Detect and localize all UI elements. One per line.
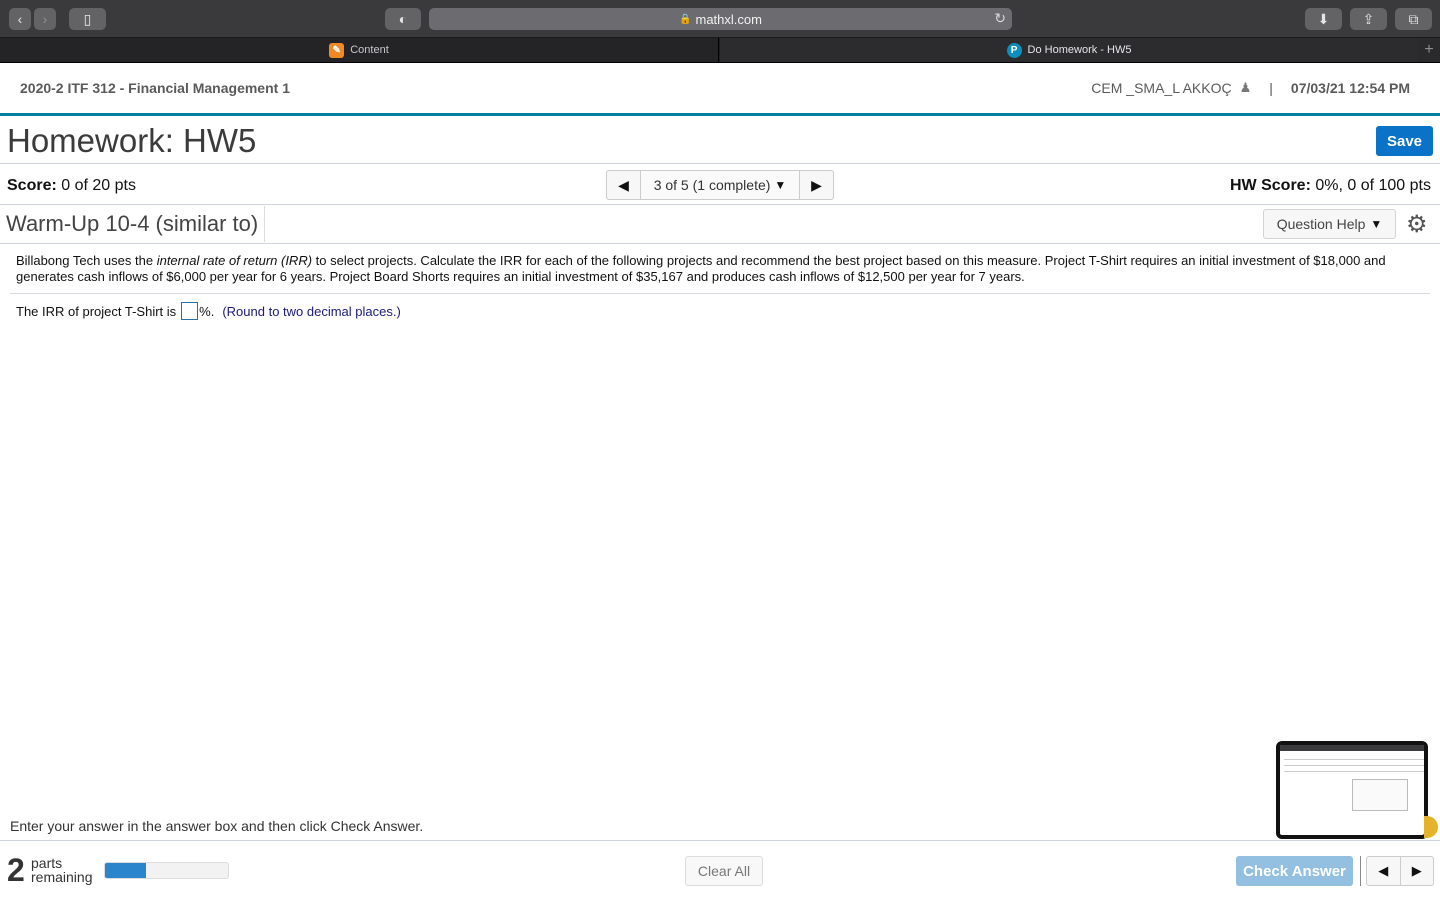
parts-label-line: remaining [31, 869, 93, 885]
clear-all-button[interactable]: Clear All [685, 856, 763, 886]
next-question-button[interactable]: ▶ [799, 171, 833, 199]
user-area: CEM _SMA_L AKKOÇ ♟ | 07/03/21 12:54 PM [1091, 80, 1410, 96]
hw-score-label: HW Score: [1230, 177, 1311, 194]
progress-fill [105, 863, 146, 878]
footer-previous-button[interactable]: ◀ [1367, 857, 1401, 885]
tab-bar: ✎ Content P Do Homework - HW5 + [0, 38, 1440, 63]
irr-answer-input[interactable] [181, 302, 199, 320]
triangle-left-icon: ◀ [618, 176, 629, 193]
check-answer-button[interactable]: Check Answer [1236, 856, 1353, 886]
page-title: Homework: HW5 [7, 122, 257, 159]
score: Score: 0 of 20 pts [7, 177, 136, 195]
datetime: 07/03/21 12:54 PM [1290, 80, 1410, 96]
save-button[interactable]: Save [1376, 126, 1433, 156]
share-button[interactable]: ⇪ [1350, 8, 1387, 30]
url-text: mathxl.com [695, 11, 762, 27]
hw-score-value: 0%, 0 of 100 pts [1315, 177, 1431, 194]
thumbnail-bar [1280, 745, 1424, 751]
header-separator: | [1269, 80, 1273, 96]
percent-suffix: %. [199, 303, 215, 319]
tab-do-homework[interactable]: P Do Homework - HW5 [720, 38, 1418, 62]
triangle-right-icon: ▶ [1411, 863, 1422, 878]
caret-down-icon: ▼ [774, 178, 787, 192]
rounding-hint: (Round to two decimal places.) [222, 303, 401, 319]
divider [10, 293, 1430, 294]
tab-overview-button[interactable]: ⧉ [1395, 8, 1432, 30]
tab-label: Do Homework - HW5 [1027, 44, 1132, 56]
forward-button[interactable]: › [34, 8, 56, 30]
user-icon: ♟ [1239, 80, 1252, 95]
divider [0, 204, 1440, 205]
gear-icon[interactable]: ⚙ [1406, 210, 1428, 239]
tabs-icon: ⧉ [1408, 10, 1419, 27]
hw-score: HW Score: 0%, 0 of 100 pts [1230, 177, 1431, 195]
sidebar-icon: ▯ [83, 10, 92, 27]
plus-icon: + [1424, 41, 1434, 58]
tab-label: Content [350, 44, 389, 56]
footer-separator [1360, 856, 1361, 886]
screenshot-thumbnail[interactable] [1276, 741, 1428, 839]
parts-remaining-count: 2 [7, 852, 25, 888]
question-help-button[interactable]: Question Help ▼ [1263, 209, 1396, 239]
divider [0, 243, 1440, 244]
back-icon: ‹ [17, 11, 23, 27]
sidebar-toggle-button[interactable]: ▯ [69, 8, 106, 30]
thumbnail-dialog [1352, 779, 1408, 811]
download-icon: ⬇ [1317, 10, 1330, 27]
answer-line: The IRR of project T-Shirt is %. (Round … [16, 302, 401, 320]
question-title: Warm-Up 10-4 (similar to) [6, 211, 259, 236]
problem-statement: Billabong Tech uses the internal rate of… [16, 253, 1416, 285]
problem-text: Billabong Tech uses the [16, 253, 157, 268]
browser-toolbar: ‹ › ▯ ◐ 🔒 mathxl.com ↻ ⬇ ⇪ ⧉ [0, 0, 1440, 38]
score-value: 0 of 20 pts [61, 177, 136, 194]
parts-remaining-label: parts remaining [31, 856, 92, 884]
footer-question-navigator: ◀ ▶ [1366, 856, 1434, 886]
question-navigator: ◀ 3 of 5 (1 complete) ▼ ▶ [606, 170, 834, 200]
answer-prompt: The IRR of project T-Shirt is [16, 303, 177, 319]
footer-next-button[interactable]: ▶ [1401, 857, 1434, 885]
back-button[interactable]: ‹ [9, 8, 31, 30]
header-divider [0, 113, 1440, 116]
course-header: 2020-2 ITF 312 - Financial Management 1 … [0, 63, 1440, 113]
thumbnail-screen [1280, 745, 1424, 835]
address-bar[interactable]: 🔒 mathxl.com ↻ [429, 8, 1012, 30]
instruction-text: Enter your answer in the answer box and … [10, 818, 424, 834]
thumbnail-line [1284, 765, 1424, 766]
tab-content[interactable]: ✎ Content [0, 38, 719, 62]
parts-label-line: parts [31, 855, 63, 871]
question-help-label: Question Help [1276, 216, 1366, 232]
user-name[interactable]: CEM _SMA_L AKKOÇ [1091, 80, 1231, 96]
thumbnail-line [1284, 759, 1424, 760]
title-separator [264, 206, 265, 242]
share-icon: ⇪ [1362, 10, 1375, 27]
parts-progress-bar [104, 862, 229, 879]
thumbnail-badge [1424, 816, 1438, 838]
shield-icon: ◐ [398, 11, 408, 27]
course-title: 2020-2 ITF 312 - Financial Management 1 [20, 80, 290, 96]
pencil-icon: ✎ [329, 42, 345, 58]
triangle-left-icon: ◀ [1378, 863, 1389, 878]
question-selector[interactable]: 3 of 5 (1 complete) ▼ [641, 171, 799, 199]
lock-icon: 🔒 [679, 13, 692, 25]
thumbnail-line [1284, 771, 1424, 772]
triangle-right-icon: ▶ [811, 176, 822, 193]
new-tab-button[interactable]: + [1418, 38, 1440, 62]
score-label: Score: [7, 177, 57, 194]
caret-down-icon: ▼ [1370, 217, 1383, 231]
question-position: 3 of 5 (1 complete) [653, 177, 771, 193]
privacy-report-button[interactable]: ◐ [385, 8, 421, 30]
previous-question-button[interactable]: ◀ [607, 171, 641, 199]
reload-icon[interactable]: ↻ [994, 10, 1006, 27]
divider [0, 840, 1440, 841]
divider [0, 163, 1440, 164]
downloads-button[interactable]: ⬇ [1305, 8, 1342, 30]
problem-emphasis: internal rate of return (IRR) [156, 253, 313, 268]
forward-icon: › [42, 11, 48, 27]
pearson-icon: P [1006, 42, 1022, 58]
